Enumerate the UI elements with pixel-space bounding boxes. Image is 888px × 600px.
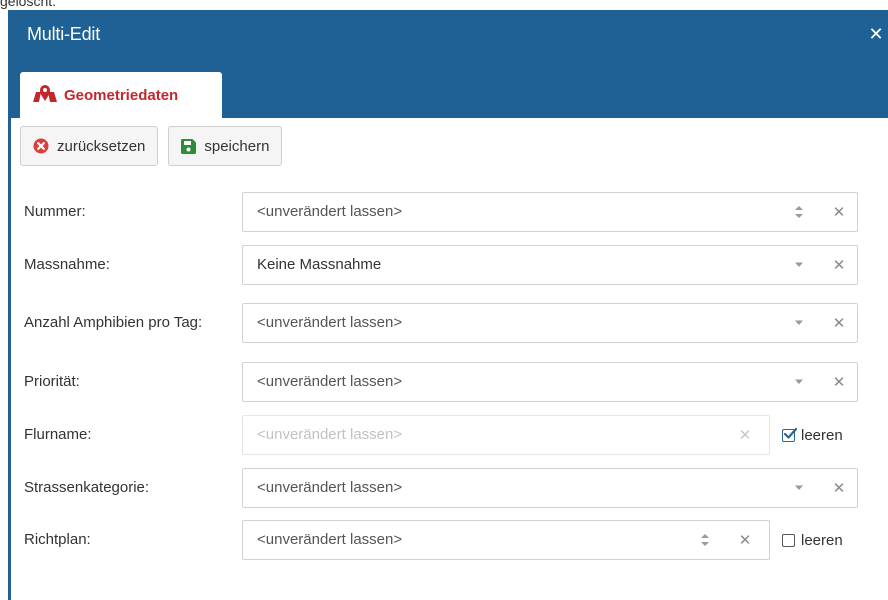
form-row-flurname: Flurname: <unverändert lassen> ✕ leeren [24,415,884,455]
floppy-disk-icon [181,138,197,154]
chevron-down-icon[interactable] [789,304,809,342]
clear-icon[interactable]: ✕ [829,304,849,342]
clear-icon[interactable]: ✕ [735,416,755,454]
field-label: Richtplan: [24,531,91,548]
chevron-down-icon[interactable] [789,363,809,401]
field-label: Nummer: [24,203,86,220]
field-value: <unverändert lassen> [257,373,403,390]
reset-button-label: zurücksetzen [57,137,146,155]
clear-icon[interactable]: ✕ [829,193,849,231]
form-row-nummer: Nummer: <unverändert lassen> ✕ [24,192,884,232]
spinner-icon[interactable] [695,521,715,559]
clear-icon[interactable]: ✕ [829,469,849,507]
times-circle-icon [33,138,49,154]
strassenkategorie-select[interactable]: <unverändert lassen> ✕ [242,468,858,508]
form-row-massnahme: Massnahme: Keine Massnahme ✕ [24,245,884,285]
multi-edit-dialog: Multi-Edit ✕ Geometriedaten zurücksetzen… [8,10,888,600]
toolbar: zurücksetzen speichern [20,126,283,166]
dialog-title: Multi-Edit [27,24,101,44]
form-row-strassenkategorie: Strassenkategorie: <unverändert lassen> … [24,468,884,508]
richtplan-input[interactable]: <unverändert lassen> ✕ [242,520,770,560]
form-row-anzahl-amphibien: Anzahl Amphibien pro Tag: <unverändert l… [24,303,884,343]
anzahl-amphibien-select[interactable]: <unverändert lassen> ✕ [242,303,858,343]
tab-label: Geometriedaten [64,86,179,104]
field-label: Anzahl Amphibien pro Tag: [24,314,203,331]
field-value: <unverändert lassen> [257,426,403,443]
map-marker-icon [32,83,58,108]
tab-geometriedaten[interactable]: Geometriedaten [20,72,222,118]
prioritaet-select[interactable]: <unverändert lassen> ✕ [242,362,858,402]
field-label: Flurname: [24,426,92,443]
richtplan-leeren-checkbox[interactable]: leeren [782,520,843,560]
chevron-down-icon[interactable] [789,246,809,284]
background-text: gelöscht. [0,0,57,9]
dialog-header: Multi-Edit ✕ Geometriedaten [8,10,888,118]
reset-button[interactable]: zurücksetzen [20,126,159,166]
chevron-down-icon[interactable] [789,469,809,507]
field-label: Strassenkategorie: [24,479,150,496]
clear-icon[interactable]: ✕ [829,363,849,401]
spinner-icon[interactable] [789,193,809,231]
field-value: <unverändert lassen> [257,314,403,331]
field-value: Keine Massnahme [257,256,382,273]
checkbox-checked-icon [782,427,797,442]
clear-icon[interactable]: ✕ [735,521,755,559]
save-button-label: speichern [204,137,270,155]
flurname-input[interactable]: <unverändert lassen> ✕ [242,415,770,455]
field-label: Priorität: [24,373,80,390]
field-value: <unverändert lassen> [257,531,403,548]
form-row-prioritaet: Priorität: <unverändert lassen> ✕ [24,362,884,402]
nummer-input[interactable]: <unverändert lassen> ✕ [242,192,858,232]
leeren-label: leeren [801,426,843,444]
form-row-richtplan: Richtplan: <unverändert lassen> ✕ leeren [24,520,884,560]
close-icon[interactable]: ✕ [866,24,886,44]
field-value: <unverändert lassen> [257,203,403,220]
checkbox-unchecked-icon [782,533,795,547]
massnahme-select[interactable]: Keine Massnahme ✕ [242,245,858,285]
field-value: <unverändert lassen> [257,479,403,496]
leeren-label: leeren [801,531,843,549]
save-button[interactable]: speichern [168,126,283,166]
clear-icon[interactable]: ✕ [829,246,849,284]
field-label: Massnahme: [24,256,110,273]
flurname-leeren-checkbox[interactable]: leeren [782,415,843,455]
